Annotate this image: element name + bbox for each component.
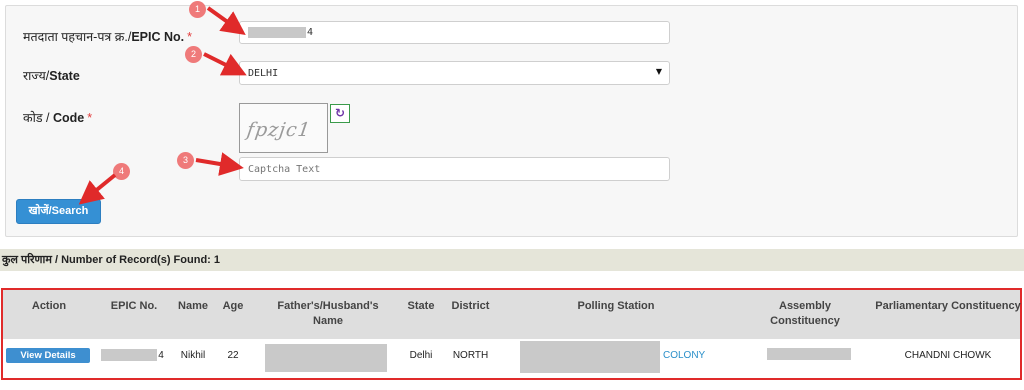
epic-cell-suffix: 4 (158, 350, 164, 361)
header-age: Age (222, 300, 244, 312)
parliamentary-cell: CHANDNI CHOWK (904, 350, 992, 361)
arrow-to-captcha-icon (195, 152, 244, 176)
view-details-button[interactable]: View Details (6, 348, 90, 363)
arrow-to-search-icon (78, 173, 117, 205)
district-cell: NORTH (452, 350, 489, 361)
redacted-epic-cell (101, 349, 157, 361)
redacted-assembly-cell (767, 348, 851, 360)
name-cell: Nikhil (180, 350, 206, 361)
results-table: Action EPIC No. Name Age Father's/Husban… (1, 288, 1022, 380)
redacted-polling-cell (520, 341, 660, 373)
state-cell: Delhi (409, 350, 433, 361)
polling-station-link[interactable]: COLONY (663, 350, 707, 361)
header-assembly: Assembly Constituency (770, 300, 840, 327)
header-father: Father's/Husband's Name (277, 300, 379, 327)
header-polling: Polling Station (577, 300, 655, 312)
header-district: District (451, 300, 490, 312)
header-parliamentary: Parliamentary Constituency (875, 300, 1021, 312)
header-epic: EPIC No. (110, 300, 158, 312)
header-name: Name (178, 300, 208, 312)
arrow-to-epic-icon (206, 6, 246, 35)
age-cell: 22 (227, 350, 239, 361)
table-header: Action EPIC No. Name Age Father's/Husban… (3, 290, 1021, 339)
header-state: State (407, 300, 435, 312)
arrow-to-state-icon (203, 52, 247, 76)
header-action: Action (31, 300, 67, 312)
records-found-bar: कुल परिणाम / Number of Record(s) Found: … (0, 249, 1024, 271)
redacted-father-cell (265, 344, 387, 372)
